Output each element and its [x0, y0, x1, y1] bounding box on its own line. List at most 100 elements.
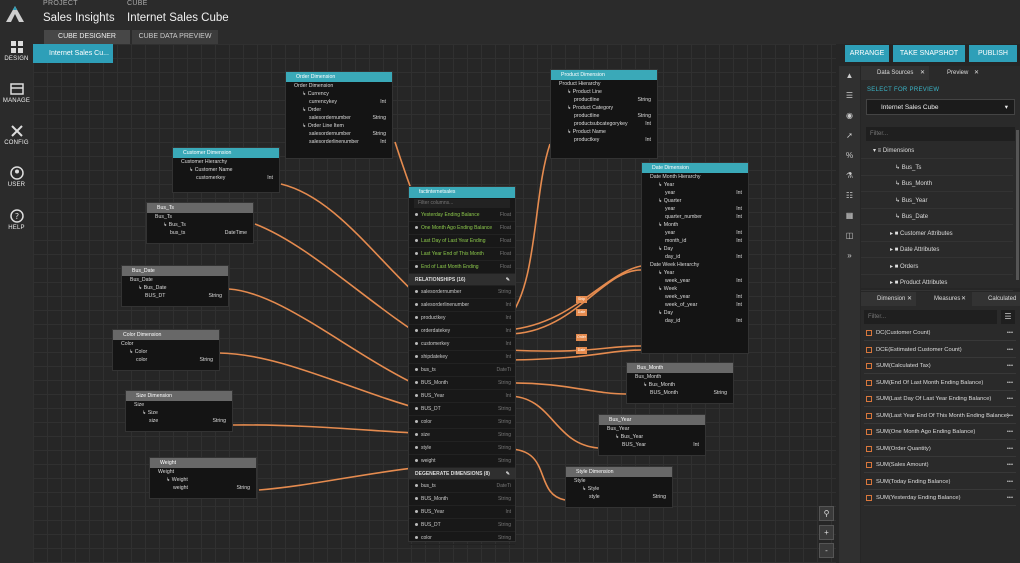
bus-month-dimension-card[interactable]: Bus_Month Bus_Month ↳ Bus_Month BUS_Month…: [626, 362, 734, 404]
measures-filter-input[interactable]: Filter...: [864, 310, 997, 324]
arrange-button[interactable]: ARRANGE: [845, 45, 889, 62]
tab-dimension[interactable]: Dimension ✕: [861, 292, 916, 306]
scrollbar[interactable]: [1016, 130, 1019, 280]
size-dimension-card[interactable]: Size Dimension Size ↳ Size size String: [125, 390, 233, 432]
tab-data-sources[interactable]: Data Sources ✕: [861, 66, 929, 80]
close-icon[interactable]: ✕: [907, 292, 912, 306]
measure-item[interactable]: DCE(Estimated Customer Count) •••: [864, 342, 1016, 358]
layers-icon[interactable]: ☰: [842, 88, 857, 103]
fact-column-row[interactable]: BUS_DT String: [409, 403, 515, 416]
measure-item[interactable]: SUM(Yesterday Ending Balance) •••: [864, 490, 1016, 506]
level-name[interactable]: ↳ Weight: [150, 476, 256, 484]
cube-select-dropdown[interactable]: Internet Sales Cube ▾: [866, 99, 1015, 115]
more-icon[interactable]: •••: [1007, 408, 1013, 423]
measure-item[interactable]: SUM(Today Ending Balance) •••: [864, 474, 1016, 490]
attribute-column[interactable]: salesorderlinenumber Int: [286, 138, 392, 146]
sidebar-item-design[interactable]: DESIGN: [0, 40, 33, 62]
measure-item[interactable]: SUM(Order Quantity) •••: [864, 441, 1016, 457]
fact-column-row[interactable]: End of Last Month Ending Float: [409, 261, 515, 274]
attribute-column[interactable]: salesordernumber String: [286, 130, 392, 138]
date-dimension-card[interactable]: Date Dimension Date Month Hierarchy ↳ Ye…: [641, 162, 749, 354]
attribute-column[interactable]: customerkey Int: [173, 174, 279, 182]
attribute-column[interactable]: BUS_Year Int: [599, 441, 705, 449]
tree-item[interactable]: ↳ Bus_Ts: [861, 160, 1013, 176]
card-title[interactable]: Product Dimension: [551, 70, 657, 80]
preview-filter-input[interactable]: Filter...: [866, 127, 1015, 141]
weight-dimension-card[interactable]: Weight Weight ↳ Weight weight String: [149, 457, 257, 499]
level-name[interactable]: ↳ Customer Name: [173, 166, 279, 174]
fact-column-row[interactable]: BUS_Month String: [409, 377, 515, 390]
fact-column-row[interactable]: salesordernumber String: [409, 286, 515, 299]
level-name[interactable]: ↳ Day: [642, 309, 748, 317]
card-title[interactable]: Date Dimension: [642, 163, 748, 173]
card-title[interactable]: Bus_Ts: [147, 203, 253, 213]
measure-item[interactable]: SUM(Calculated Tax) •••: [864, 358, 1016, 374]
attribute-column[interactable]: month_id Int: [642, 237, 748, 245]
more-icon[interactable]: •••: [1007, 358, 1013, 373]
card-title[interactable]: Bus_Year: [599, 415, 705, 425]
level-name[interactable]: ↳ Currency: [286, 90, 392, 98]
attribute-column[interactable]: weight String: [150, 484, 256, 492]
fact-column-row[interactable]: color String: [409, 532, 515, 545]
fact-column-row[interactable]: BUS_Year Int: [409, 506, 515, 519]
measure-item[interactable]: SUM(Last Year End Of This Month Ending B…: [864, 408, 1016, 424]
card-title[interactable]: Bus_Month: [627, 363, 733, 373]
project-name[interactable]: Sales Insights: [43, 12, 115, 24]
tab-cube-data-preview[interactable]: CUBE DATA PREVIEW: [132, 30, 218, 44]
more-icon[interactable]: •••: [1007, 474, 1013, 489]
tree-item[interactable]: ▸ ■ Date Attributes: [861, 242, 1013, 258]
design-canvas[interactable]: Internet Sales Cu... Ship Date Order Dat…: [33, 44, 836, 563]
level-name[interactable]: ↳ Year: [642, 269, 748, 277]
attribute-column[interactable]: salesordernumber String: [286, 114, 392, 122]
attribute-column[interactable]: week_year Int: [642, 277, 748, 285]
fact-filter-input[interactable]: Filter columns...: [414, 199, 510, 208]
link-icon[interactable]: ➚: [842, 128, 857, 143]
measure-item[interactable]: SUM(End Of Last Month Ending Balance) •••: [864, 375, 1016, 391]
more-icon[interactable]: •••: [1007, 457, 1013, 472]
percent-icon[interactable]: %: [842, 148, 857, 163]
fact-column-row[interactable]: One Month Ago Ending Balance Float: [409, 222, 515, 235]
eye-icon[interactable]: ◉: [842, 108, 857, 123]
card-title[interactable]: Customer Dimension: [173, 148, 279, 158]
bus-ts-dimension-card[interactable]: Bus_Ts Bus_Ts ↳ Bus_Ts bus_ts DateTime: [146, 202, 254, 244]
attribute-column[interactable]: bus_ts DateTime: [147, 229, 253, 237]
attribute-column[interactable]: day_id Int: [642, 253, 748, 261]
bus-date-dimension-card[interactable]: Bus_Date Bus_Date ↳ Bus_Date BUS_DT String: [121, 265, 229, 307]
attribute-column[interactable]: day_id Int: [642, 317, 748, 325]
fact-column-row[interactable]: BUS_Month String: [409, 493, 515, 506]
tab-calculated[interactable]: Calculated: [972, 292, 1020, 306]
more-icon[interactable]: •••: [1007, 375, 1013, 390]
level-name[interactable]: ↳ Day: [642, 245, 748, 253]
level-name[interactable]: ↳ Product Line: [551, 88, 657, 96]
fact-table-card[interactable]: factinternetsales Filter columns... Yest…: [408, 186, 516, 545]
take-snapshot-button[interactable]: TAKE SNAPSHOT: [893, 45, 965, 62]
fact-column-row[interactable]: bus_ts DateTi: [409, 364, 515, 377]
level-name[interactable]: ↳ Order: [286, 106, 392, 114]
cube-name[interactable]: Internet Sales Cube: [127, 12, 229, 24]
more-icon[interactable]: •••: [1007, 391, 1013, 406]
level-name[interactable]: ↳ Color: [113, 348, 219, 356]
attribute-column[interactable]: BUS_DT String: [122, 292, 228, 300]
level-name[interactable]: ↳ Bus_Date: [122, 284, 228, 292]
edit-icon[interactable]: ✎: [506, 274, 510, 286]
measure-item[interactable]: SUM(Last Day Of Last Year Ending Balance…: [864, 391, 1016, 407]
card-title[interactable]: Weight: [150, 458, 256, 468]
product-dimension-card[interactable]: Product Dimension Product Hierarchy ↳ Pr…: [550, 69, 658, 159]
fact-column-row[interactable]: BUS_DT String: [409, 519, 515, 532]
measure-item[interactable]: SUM(One Month Ago Ending Balance) •••: [864, 424, 1016, 440]
sidebar-item-config[interactable]: CONFIG: [0, 124, 33, 146]
bus-year-dimension-card[interactable]: Bus_Year Bus_Year ↳ Bus_Year BUS_Year Int: [598, 414, 706, 456]
attribute-column[interactable]: BUS_Month String: [627, 389, 733, 397]
more-icon[interactable]: •••: [1007, 342, 1013, 357]
edit-icon[interactable]: ✎: [506, 468, 510, 480]
card-title[interactable]: Size Dimension: [126, 391, 232, 401]
flask-icon[interactable]: ⚗: [842, 168, 857, 183]
card-title[interactable]: Order Dimension: [286, 72, 392, 82]
attribute-column[interactable]: year Int: [642, 189, 748, 197]
fact-column-row[interactable]: color String: [409, 416, 515, 429]
attribute-column[interactable]: week_of_year Int: [642, 301, 748, 309]
level-name[interactable]: ↳ Product Name: [551, 128, 657, 136]
level-name[interactable]: ↳ Order Line Item: [286, 122, 392, 130]
sidebar-item-user[interactable]: USER: [0, 166, 33, 188]
tab-preview[interactable]: Preview ✕: [931, 66, 983, 80]
